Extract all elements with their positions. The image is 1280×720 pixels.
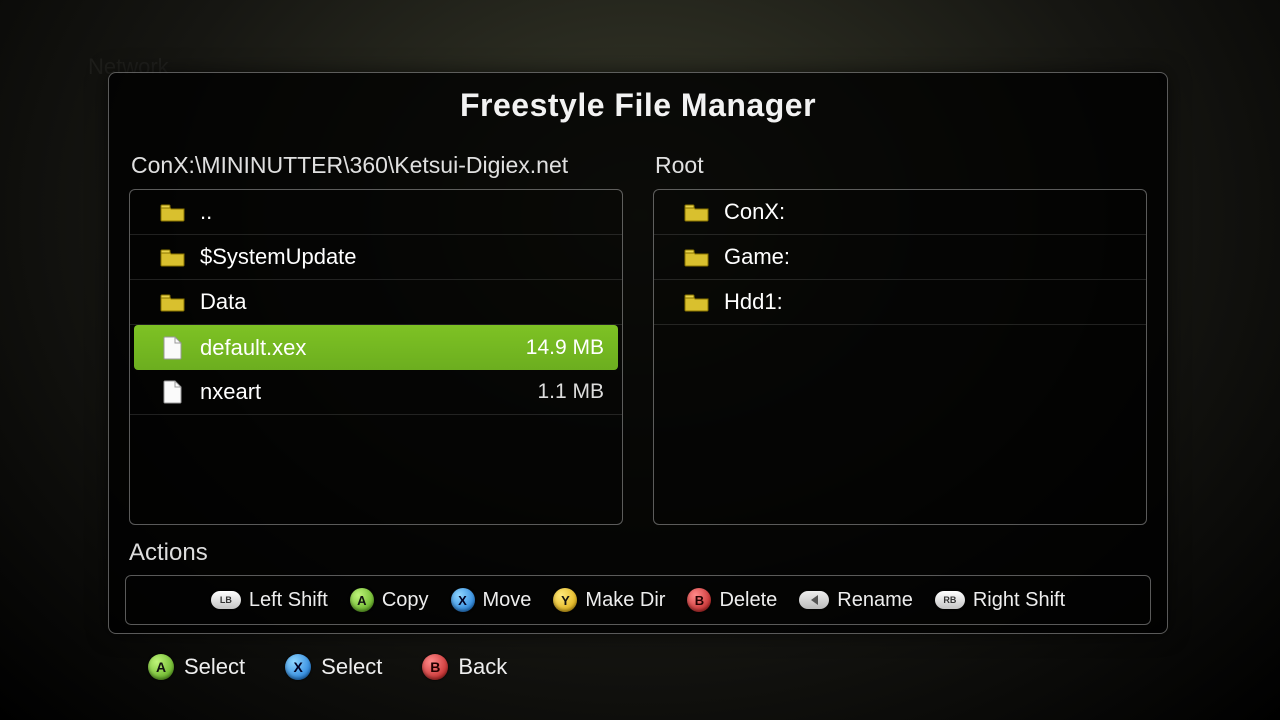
folder-icon xyxy=(160,291,186,313)
file-icon xyxy=(160,381,186,403)
list-item[interactable]: Game: xyxy=(654,235,1146,280)
file-icon xyxy=(160,337,186,359)
list-item-name: Hdd1: xyxy=(724,289,1128,315)
button-hint[interactable]: Y Make Dir xyxy=(553,588,665,612)
folder-icon xyxy=(684,201,710,223)
list-item-name: default.xex xyxy=(200,335,526,361)
button-hint[interactable]: LB Left Shift xyxy=(211,589,328,612)
face-button-x-icon: X xyxy=(451,588,475,612)
right-pane: Root ConX: Game: Hdd1: xyxy=(653,152,1147,525)
list-item[interactable]: ConX: xyxy=(654,190,1146,235)
list-item-name: Data xyxy=(200,289,604,315)
right-listbox[interactable]: ConX: Game: Hdd1: xyxy=(653,189,1147,525)
list-item-name: $SystemUpdate xyxy=(200,244,604,270)
folder-icon xyxy=(160,246,186,268)
button-hint-label: Make Dir xyxy=(585,589,665,612)
face-button-a-icon: A xyxy=(350,588,374,612)
button-hint[interactable]: Rename xyxy=(799,589,913,612)
list-item[interactable]: .. xyxy=(130,190,622,235)
face-button-y-icon: Y xyxy=(553,588,577,612)
left-listbox[interactable]: ..$SystemUpdateDatadefault.xex14.9 MBnxe… xyxy=(129,189,623,525)
list-item-name: Game: xyxy=(724,244,1128,270)
button-hint[interactable]: B Delete xyxy=(687,588,777,612)
face-button-a-icon: A xyxy=(148,654,174,680)
list-item-name: nxeart xyxy=(200,379,537,405)
file-manager-panel: Freestyle File Manager ConX:\MININUTTER\… xyxy=(108,72,1168,634)
folder-icon xyxy=(160,201,186,223)
button-hint-label: Back xyxy=(458,654,507,680)
button-hint[interactable]: X Select xyxy=(285,654,382,680)
button-hint[interactable]: B Back xyxy=(422,654,507,680)
footer-hints: A Select X Select B Back xyxy=(148,654,507,680)
bumper-rb-icon: RB xyxy=(935,591,965,609)
list-item[interactable]: Hdd1: xyxy=(654,280,1146,325)
action-bar: LB Left Shift A Copy X Move Y Make Dir B Delete Re… xyxy=(125,575,1151,625)
right-path: Root xyxy=(655,152,1147,179)
face-button-b-icon: B xyxy=(422,654,448,680)
left-pane: ConX:\MININUTTER\360\Ketsui-Digiex.net .… xyxy=(129,152,623,525)
button-hint-label: Delete xyxy=(719,589,777,612)
back-pill-icon xyxy=(799,591,829,609)
button-hint-label: Copy xyxy=(382,589,429,612)
bumper-lb-icon: LB xyxy=(211,591,241,609)
button-hint-label: Move xyxy=(483,589,532,612)
list-item[interactable]: default.xex14.9 MB xyxy=(134,325,618,370)
button-hint-label: Select xyxy=(184,654,245,680)
button-hint-label: Select xyxy=(321,654,382,680)
list-item[interactable]: Data xyxy=(130,280,622,325)
list-item-name: ConX: xyxy=(724,199,1128,225)
left-path: ConX:\MININUTTER\360\Ketsui-Digiex.net xyxy=(131,152,623,179)
list-item-size: 1.1 MB xyxy=(537,380,604,404)
folder-icon xyxy=(684,291,710,313)
button-hint-label: Right Shift xyxy=(973,589,1065,612)
button-hint[interactable]: X Move xyxy=(451,588,532,612)
folder-icon xyxy=(684,246,710,268)
button-hint-label: Left Shift xyxy=(249,589,328,612)
panes: ConX:\MININUTTER\360\Ketsui-Digiex.net .… xyxy=(129,152,1147,525)
list-item-size: 14.9 MB xyxy=(526,336,604,360)
button-hint[interactable]: A Copy xyxy=(350,588,429,612)
list-item[interactable]: $SystemUpdate xyxy=(130,235,622,280)
list-item-name: .. xyxy=(200,199,604,225)
button-hint[interactable]: A Select xyxy=(148,654,245,680)
button-hint[interactable]: RB Right Shift xyxy=(935,589,1065,612)
actions-heading: Actions xyxy=(129,539,1167,567)
list-item[interactable]: nxeart1.1 MB xyxy=(130,370,622,415)
panel-title: Freestyle File Manager xyxy=(109,87,1167,124)
face-button-b-icon: B xyxy=(687,588,711,612)
face-button-x-icon: X xyxy=(285,654,311,680)
button-hint-label: Rename xyxy=(837,589,913,612)
